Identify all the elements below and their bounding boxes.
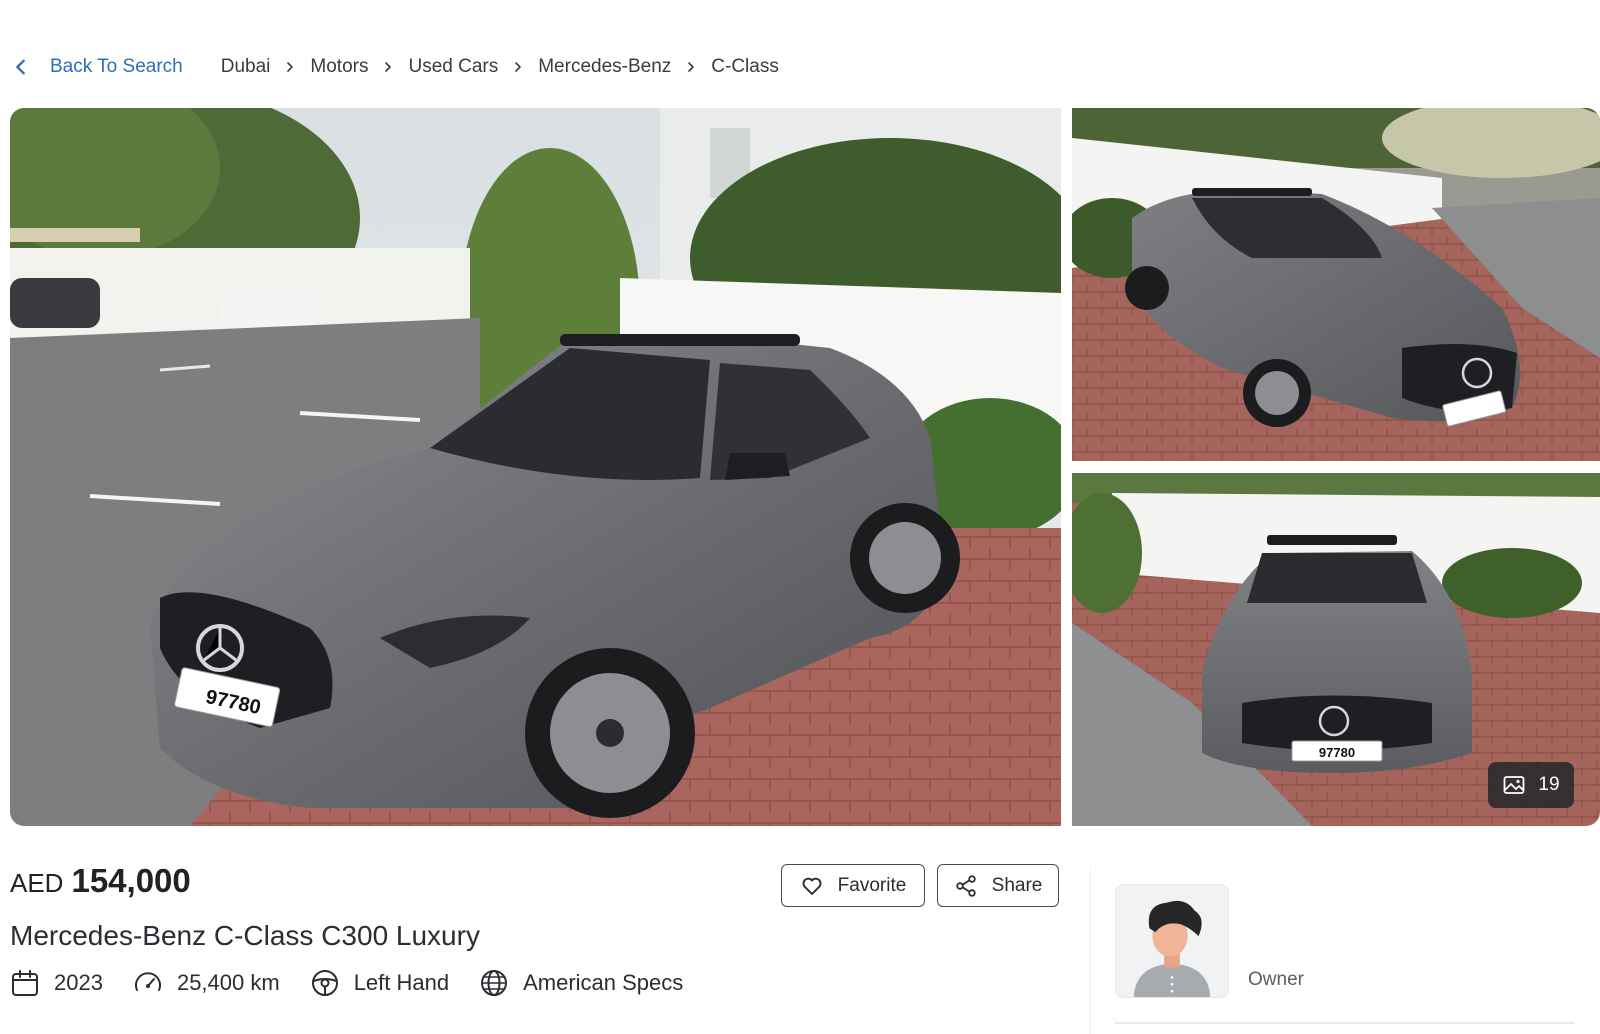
photo-gallery: 97780 97780 19 — [10, 108, 1600, 826]
globe-icon — [481, 970, 508, 996]
share-label: Share — [991, 874, 1043, 896]
steering-wheel-icon — [311, 970, 338, 996]
spec-mileage: 25,400 km — [133, 968, 280, 998]
breadcrumb-item-c-class[interactable]: C-Class — [711, 56, 779, 78]
view-all-photos-button[interactable]: 19 — [1488, 762, 1574, 808]
favorite-button[interactable]: Favorite — [781, 864, 925, 907]
back-to-search-label: Back To Search — [50, 56, 183, 77]
price-amount: 154,000 — [71, 862, 191, 899]
breadcrumb: Back To Search Dubai Motors Used Cars Me… — [12, 52, 779, 82]
gallery-icon — [1504, 776, 1525, 794]
share-icon — [955, 874, 976, 897]
seller-role: Owner — [1248, 969, 1304, 990]
spec-year: 2023 — [10, 968, 103, 998]
listing-price: AED 154,000 — [10, 862, 191, 900]
plate-text-front: 97780 — [1319, 745, 1355, 760]
back-to-search-link[interactable]: Back To Search — [12, 56, 183, 78]
heart-icon — [802, 877, 822, 895]
breadcrumb-list: Dubai Motors Used Cars Mercedes-Benz C-C… — [221, 56, 779, 78]
spec-steering: Left Hand — [310, 968, 449, 998]
listing-actions: Favorite Share — [781, 864, 1059, 907]
chevron-right-icon — [382, 61, 394, 73]
share-button[interactable]: Share — [937, 864, 1059, 907]
chevron-right-icon — [284, 61, 296, 73]
listing-specs: 2023 25,400 km Left Hand American Specs — [10, 968, 713, 998]
chevron-right-icon — [685, 61, 697, 73]
breadcrumb-item-dubai[interactable]: Dubai — [221, 56, 271, 78]
calendar-icon — [12, 970, 38, 996]
listing-title: Mercedes-Benz C-Class C300 Luxury — [10, 920, 480, 951]
photo-count: 19 — [1538, 774, 1560, 795]
main-car-photo[interactable]: 97780 — [10, 108, 1061, 826]
price-currency: AED — [10, 868, 64, 898]
breadcrumb-item-mercedes-benz[interactable]: Mercedes-Benz — [538, 56, 671, 78]
person-icon — [1116, 885, 1228, 997]
side-car-photo-top[interactable] — [1072, 108, 1600, 461]
spec-regional: American Specs — [479, 968, 683, 998]
seller-card: Owner — [1090, 868, 1580, 1034]
seller-avatar[interactable] — [1115, 884, 1229, 998]
speedometer-icon — [134, 972, 161, 991]
spec-mileage-value: 25,400 km — [176, 970, 280, 995]
spec-regional-value: American Specs — [523, 970, 684, 995]
spec-year-value: 2023 — [54, 970, 103, 995]
chevron-left-icon — [16, 59, 25, 75]
breadcrumb-item-used-cars[interactable]: Used Cars — [408, 56, 498, 78]
favorite-label: Favorite — [837, 874, 907, 896]
spec-steering-value: Left Hand — [353, 970, 450, 995]
side-car-photo-bottom[interactable]: 97780 19 — [1072, 473, 1600, 826]
seller-divider — [1115, 1022, 1575, 1024]
breadcrumb-item-motors[interactable]: Motors — [310, 56, 368, 78]
chevron-right-icon — [512, 61, 524, 73]
